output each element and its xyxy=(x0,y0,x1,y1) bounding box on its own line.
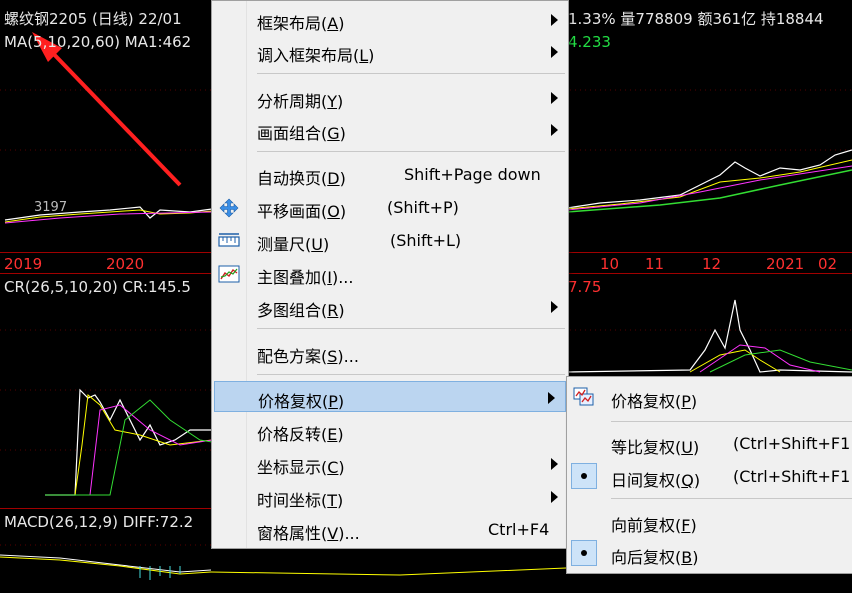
context-menu: 框架布局(A) 调入框架布局(L) 分析周期(Y) 画面组合(G) 自动换页(D… xyxy=(211,0,569,549)
ma-label: MA(5,10,20,60) MA1:462 xyxy=(4,33,192,51)
menu-separator xyxy=(611,421,852,422)
price-level: 3197 xyxy=(34,200,68,215)
submenu-item-proportional[interactable]: 等比复权(U) (Ctrl+Shift+F11 xyxy=(567,428,852,459)
year-label: 2019 xyxy=(4,255,43,273)
macd-label: MACD(26,12,9) DIFF:72.2 xyxy=(4,513,194,531)
menu-item-label: 多图组合(R) xyxy=(257,301,345,320)
menu-item-label: 价格复权(P) xyxy=(258,392,345,411)
menu-separator xyxy=(257,73,565,74)
menu-shortcut: (Ctrl+Shift+F1 xyxy=(733,467,851,486)
month-label: 02 xyxy=(818,255,838,273)
submenu-item-intraday[interactable]: 日间复权(Q) (Ctrl+Shift+F1 xyxy=(567,461,852,492)
submenu-arrow-icon xyxy=(551,46,558,58)
menu-separator xyxy=(257,328,565,329)
submenu-item-forward-adjust[interactable]: 向前复权(F) xyxy=(567,506,852,537)
menu-separator xyxy=(257,151,565,152)
month-label: 10 xyxy=(600,255,620,273)
menu-item-label: 窗格属性(V)... xyxy=(257,524,360,543)
menu-item-auto-page[interactable]: 自动换页(D) Shift+Page down xyxy=(212,159,568,190)
radio-checked-icon xyxy=(571,463,597,489)
year-label: 2020 xyxy=(106,255,145,273)
submenu-arrow-icon xyxy=(548,392,555,404)
menu-shortcut: (Shift+L) xyxy=(390,231,462,250)
menu-item-label: 自动换页(D) xyxy=(257,169,346,188)
menu-shortcut: Ctrl+F4 xyxy=(488,520,550,539)
chart-stats: 1.33% 量778809 额361亿 持18844 xyxy=(568,10,824,28)
chart-overlay-icon xyxy=(218,265,240,283)
menu-item-label: 分析周期(Y) xyxy=(257,92,344,111)
submenu-arrow-icon xyxy=(551,124,558,136)
menu-item-label: 配色方案(S)... xyxy=(257,347,359,366)
menu-item-overlay[interactable]: 主图叠加(I)... xyxy=(212,258,568,289)
submenu-item-backward-adjust[interactable]: 向后复权(B) xyxy=(567,538,852,569)
submenu-arrow-icon xyxy=(551,301,558,313)
menu-item-frame-layout[interactable]: 框架布局(A) xyxy=(212,4,568,35)
move-arrows-icon xyxy=(219,198,239,218)
price-adjust-submenu: 价格复权(P) 等比复权(U) (Ctrl+Shift+F11 日间复权(Q) … xyxy=(566,376,852,574)
ruler-icon xyxy=(218,233,240,247)
price-adjust-icon xyxy=(573,387,594,406)
menu-item-label: 时间坐标(T) xyxy=(257,491,344,510)
menu-item-time-axis[interactable]: 时间坐标(T) xyxy=(212,481,568,512)
submenu-item-label: 向前复权(F) xyxy=(611,516,697,535)
menu-separator xyxy=(611,498,852,499)
menu-item-screen-combo[interactable]: 画面组合(G) xyxy=(212,114,568,145)
menu-item-load-frame-layout[interactable]: 调入框架布局(L) xyxy=(212,36,568,67)
submenu-arrow-icon xyxy=(551,491,558,503)
submenu-item-label: 价格复权(P) xyxy=(611,392,698,411)
year-label: 2021 xyxy=(766,255,805,273)
menu-item-price-invert[interactable]: 价格反转(E) xyxy=(212,415,568,446)
menu-item-pane-properties[interactable]: 窗格属性(V)... Ctrl+F4 xyxy=(212,514,568,545)
submenu-item-label: 向后复权(B) xyxy=(611,548,699,567)
menu-item-color-scheme[interactable]: 配色方案(S)... xyxy=(212,337,568,368)
menu-shortcut: (Ctrl+Shift+F11 xyxy=(733,434,852,453)
submenu-arrow-icon xyxy=(551,458,558,470)
menu-shortcut: (Shift+P) xyxy=(387,198,459,217)
menu-item-axis-display[interactable]: 坐标显示(C) xyxy=(212,448,568,479)
submenu-arrow-icon xyxy=(551,92,558,104)
month-label: 11 xyxy=(645,255,665,273)
menu-item-label: 测量尺(U) xyxy=(257,235,330,254)
menu-item-label: 平移画面(O) xyxy=(257,202,347,221)
menu-item-ruler[interactable]: 测量尺(U) (Shift+L) xyxy=(212,225,568,256)
cr-value: 7.75 xyxy=(568,278,602,296)
menu-separator xyxy=(257,374,565,375)
submenu-item-label: 日间复权(Q) xyxy=(611,471,701,490)
submenu-item-label: 等比复权(U) xyxy=(611,438,700,457)
chart-title: 螺纹钢2205 (日线) 22/01 xyxy=(4,10,182,28)
menu-item-label: 主图叠加(I)... xyxy=(257,268,354,287)
ma-value: 4.233 xyxy=(568,33,611,51)
menu-item-price-adjust[interactable]: 价格复权(P) xyxy=(214,381,566,412)
menu-item-label: 框架布局(A) xyxy=(257,14,345,33)
menu-item-label: 调入框架布局(L) xyxy=(257,46,375,65)
cr-label: CR(26,5,10,20) CR:145.5 xyxy=(4,278,191,296)
menu-item-label: 坐标显示(C) xyxy=(257,458,345,477)
menu-shortcut: Shift+Page down xyxy=(404,165,541,184)
month-label: 12 xyxy=(702,255,722,273)
menu-item-label: 价格反转(E) xyxy=(257,425,344,444)
menu-item-analysis-period[interactable]: 分析周期(Y) xyxy=(212,82,568,113)
radio-checked-icon xyxy=(571,540,597,566)
submenu-arrow-icon xyxy=(551,14,558,26)
menu-item-multi-chart[interactable]: 多图组合(R) xyxy=(212,291,568,322)
menu-item-pan-screen[interactable]: 平移画面(O) (Shift+P) xyxy=(212,192,568,223)
submenu-item-price-adjust[interactable]: 价格复权(P) xyxy=(567,382,852,413)
menu-item-label: 画面组合(G) xyxy=(257,124,346,143)
